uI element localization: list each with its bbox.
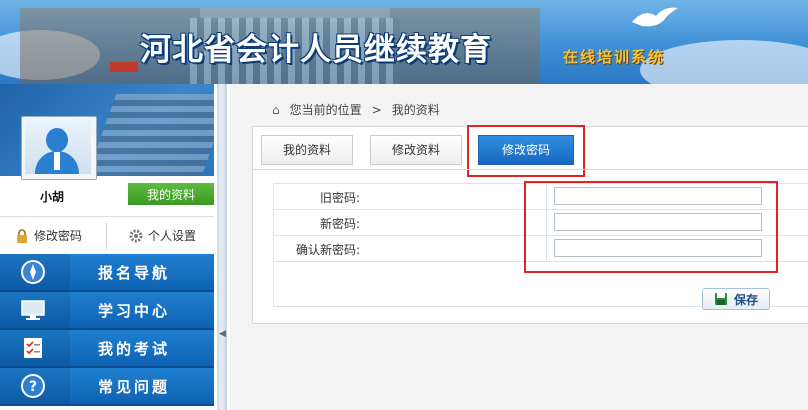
breadcrumb: ⌂ 您当前的位置 > 我的资料 [272, 101, 440, 118]
breadcrumb-prefix: 您当前的位置 [289, 103, 362, 117]
main-content: ⌂ 您当前的位置 > 我的资料 我的资料 修改资料 修改密码 旧密码: 新密码:… [230, 84, 808, 410]
tab-edit-info[interactable]: 修改资料 [370, 135, 462, 165]
nav-label: 常见问题 [98, 378, 171, 396]
highlight-box-inputs [524, 181, 778, 273]
nav-label: 我的考试 [98, 340, 171, 358]
floppy-disk-icon [714, 293, 727, 305]
question-icon: ? [21, 374, 45, 398]
username: 小胡 [40, 190, 65, 204]
tab-my-info[interactable]: 我的资料 [261, 135, 353, 165]
change-password-label: 修改密码 [34, 229, 83, 243]
site-title: 河北省会计人员继续教育 [140, 32, 492, 68]
quick-links: 修改密码 个人设置 [0, 216, 214, 255]
nav-item-faq[interactable]: ? 常见问题 [0, 368, 214, 406]
monitor-icon [21, 300, 45, 320]
nav-item-registration[interactable]: 报名导航 [0, 254, 214, 292]
personal-settings-link[interactable]: 个人设置 [128, 227, 196, 244]
sidebar-splitter[interactable]: ◀ [217, 84, 227, 410]
site-subtitle: 在线培训系统 [563, 48, 666, 66]
collapse-arrow-icon[interactable]: ◀ [219, 329, 226, 345]
gear-icon [129, 229, 143, 242]
nav-label: 学习中心 [98, 302, 171, 320]
dove-icon [632, 7, 678, 27]
content-panel: 我的资料 修改资料 修改密码 旧密码: 新密码: 确认新密码: 保存 [252, 125, 808, 324]
nav-label: 报名导航 [98, 264, 171, 282]
avatar [21, 116, 97, 180]
save-button[interactable]: 保存 [702, 288, 770, 310]
lock-icon [17, 228, 27, 243]
site-banner: 河北省会计人员继续教育 在线培训系统 [0, 0, 808, 84]
confirm-password-label: 确认新密码: [295, 243, 360, 257]
change-password-link[interactable]: 修改密码 [14, 227, 82, 244]
old-password-label: 旧密码: [319, 191, 360, 205]
nav-item-my-exams[interactable]: 我的考试 [0, 330, 214, 368]
personal-settings-label: 个人设置 [148, 229, 197, 243]
save-label: 保存 [733, 292, 758, 307]
breadcrumb-separator: > [371, 102, 382, 117]
my-info-button[interactable]: 我的资料 [128, 183, 214, 205]
checklist-icon [24, 338, 42, 358]
breadcrumb-current: 我的资料 [391, 103, 440, 117]
compass-icon [21, 260, 45, 284]
new-password-label: 新密码: [319, 217, 360, 231]
nav-item-study-center[interactable]: 学习中心 [0, 292, 214, 330]
svg-text:?: ? [29, 379, 37, 395]
home-icon[interactable]: ⌂ [272, 103, 280, 117]
